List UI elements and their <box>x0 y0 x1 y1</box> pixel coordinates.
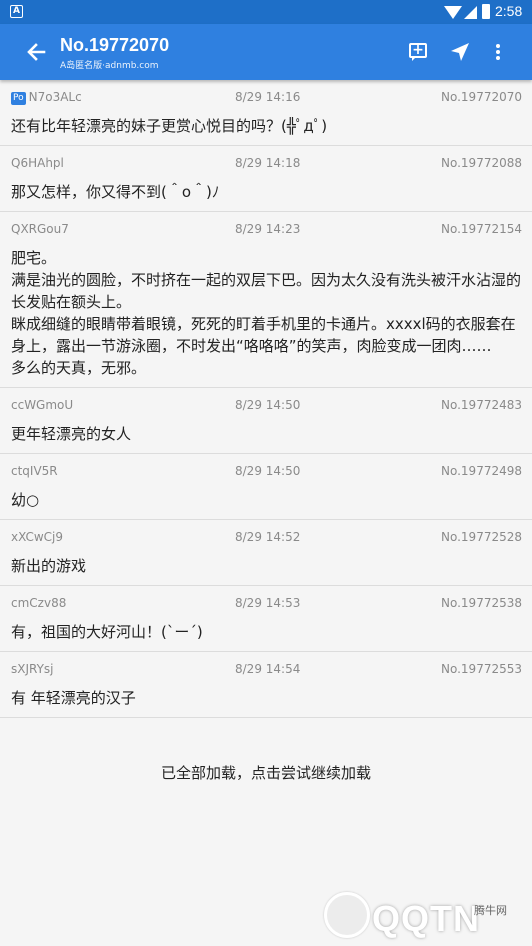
watermark: QQTN 腾牛网 <box>324 890 524 940</box>
reply-button[interactable]: + <box>404 38 432 66</box>
send-icon <box>451 43 469 61</box>
post-date: 8/29 14:18 <box>235 156 301 170</box>
post-item[interactable]: QXRGou7 8/29 14:23 No.19772154 肥宅。 满是油光的… <box>0 212 532 388</box>
watermark-tag: 腾牛网 <box>474 904 507 917</box>
post-item[interactable]: cmCzv88 8/29 14:53 No.19772538 有，祖国的大好河山… <box>0 586 532 652</box>
post-date: 8/29 14:53 <box>235 596 301 610</box>
back-button[interactable] <box>22 38 50 66</box>
post-content: 那又怎样，你又得不到(＾o＾)ﾉ <box>11 183 220 201</box>
wifi-icon <box>444 6 462 19</box>
thread-title: No.19772070 <box>60 35 170 55</box>
post-user-id: ccWGmoU <box>11 398 74 412</box>
more-button[interactable] <box>484 38 512 66</box>
po-badge: Po <box>11 92 26 105</box>
post-content: 还有比年轻漂亮的妹子更赏心悦目的吗？(╬ﾟдﾟ) <box>11 117 328 135</box>
signal-icon <box>464 6 477 19</box>
post-content: 更年轻漂亮的女人 <box>11 425 132 443</box>
post-user-id: cmCzv88 <box>11 596 67 610</box>
post-item[interactable]: ccWGmoU 8/29 14:50 No.19772483 更年轻漂亮的女人 <box>0 388 532 454</box>
post-item[interactable]: Po N7o3ALc 8/29 14:16 No.19772070 还有比年轻漂亮… <box>0 80 532 146</box>
jump-button[interactable] <box>446 38 474 66</box>
post-content: 有，祖国的大好河山！(`ー´) <box>11 623 203 641</box>
post-user-id: sXJRYsj <box>11 662 54 676</box>
post-number[interactable]: No.19772538 <box>441 596 522 610</box>
post-item[interactable]: ctqIV5R 8/29 14:50 No.19772498 幼○ <box>0 454 532 520</box>
post-date: 8/29 14:23 <box>235 222 301 236</box>
post-content: 新出的游戏 <box>11 557 87 575</box>
post-item[interactable]: sXJRYsj 8/29 14:54 No.19772553 有 年轻漂亮的汉子 <box>0 652 532 718</box>
post-date: 8/29 14:50 <box>235 398 301 412</box>
post-content: 幼○ <box>11 491 40 509</box>
post-date: 8/29 14:52 <box>235 530 301 544</box>
post-item[interactable]: xXCwCj9 8/29 14:52 No.19772528 新出的游戏 <box>0 520 532 586</box>
arrow-left-icon <box>27 43 46 61</box>
post-number[interactable]: No.19772528 <box>441 530 522 544</box>
more-vert-icon <box>496 44 500 48</box>
post-user-id: Po N7o3ALc <box>11 90 82 105</box>
notification-icon: A <box>10 5 23 18</box>
post-date: 8/29 14:54 <box>235 662 301 676</box>
app-bar: No.19772070 A岛匿名版·adnmb.com + <box>0 24 532 80</box>
post-number[interactable]: No.19772154 <box>441 222 522 236</box>
post-number[interactable]: No.19772498 <box>441 464 522 478</box>
post-content: 肥宅。 满是油光的圆脸，不时挤在一起的双层下巴。因为太久没有洗头被汗水沾湿的长发… <box>11 249 522 377</box>
post-number[interactable]: No.19772553 <box>441 662 522 676</box>
load-more-button[interactable]: 已全部加载，点击尝试继续加载 <box>0 762 532 783</box>
site-subtitle: A岛匿名版·adnmb.com <box>60 61 159 71</box>
post-user-id: xXCwCj9 <box>11 530 63 544</box>
status-bar: A 2:58 <box>0 0 532 24</box>
post-user-id: ctqIV5R <box>11 464 58 478</box>
post-number[interactable]: No.19772483 <box>441 398 522 412</box>
post-number[interactable]: No.19772070 <box>441 90 522 104</box>
post-date: 8/29 14:50 <box>235 464 301 478</box>
post-list: Po N7o3ALc 8/29 14:16 No.19772070 还有比年轻漂亮… <box>0 80 532 718</box>
status-time: 2:58 <box>495 3 523 19</box>
watermark-brand: QQTN <box>372 898 480 939</box>
battery-icon <box>482 4 490 19</box>
post-content: 有 年轻漂亮的汉子 <box>11 689 136 707</box>
qqtn-logo-icon <box>324 892 370 938</box>
post-user-id: Q6HAhpl <box>11 156 64 170</box>
post-date: 8/29 14:16 <box>235 90 301 104</box>
post-number[interactable]: No.19772088 <box>441 156 522 170</box>
post-item[interactable]: Q6HAhpl 8/29 14:18 No.19772088 那又怎样，你又得不… <box>0 146 532 212</box>
post-user-id: QXRGou7 <box>11 222 69 236</box>
